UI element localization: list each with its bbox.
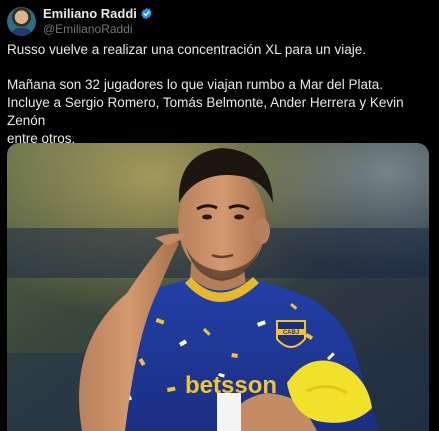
- player-eye-right: [234, 214, 244, 220]
- tweet-header: Emiliano Raddi @EmilianoRaddi: [7, 5, 153, 37]
- avatar-shirt: [11, 27, 32, 36]
- tweet-media-photo[interactable]: betsson CABJ: [7, 143, 429, 431]
- player-ear: [254, 218, 270, 244]
- club-crest-text: CABJ: [283, 330, 299, 336]
- tweet-text: Russo vuelve a realizar una concentració…: [7, 41, 432, 148]
- verified-badge-icon: [141, 7, 152, 20]
- club-crest-icon: CABJ: [276, 320, 306, 348]
- avatar[interactable]: [7, 6, 36, 36]
- player-eye-left: [202, 214, 212, 220]
- tweet-text-line-2: Mañana son 32 jugadores lo que viajan ru…: [7, 77, 383, 92]
- author-names: Emiliano Raddi @EmilianoRaddi: [43, 6, 153, 36]
- author-display-name[interactable]: Emiliano Raddi: [43, 6, 137, 21]
- photo-illustration: betsson CABJ: [7, 143, 429, 431]
- tweet-text-line-3: Incluye a Sergio Romero, Tomás Belmonte,…: [7, 95, 404, 128]
- tweet-text-line-1: Russo vuelve a realizar una concentració…: [7, 42, 366, 57]
- author-handle[interactable]: @EmilianoRaddi: [43, 22, 153, 36]
- drink-cup: [217, 393, 241, 431]
- tweet: Emiliano Raddi @EmilianoRaddi Russo vuel…: [0, 0, 439, 431]
- name-row: Emiliano Raddi: [43, 6, 153, 21]
